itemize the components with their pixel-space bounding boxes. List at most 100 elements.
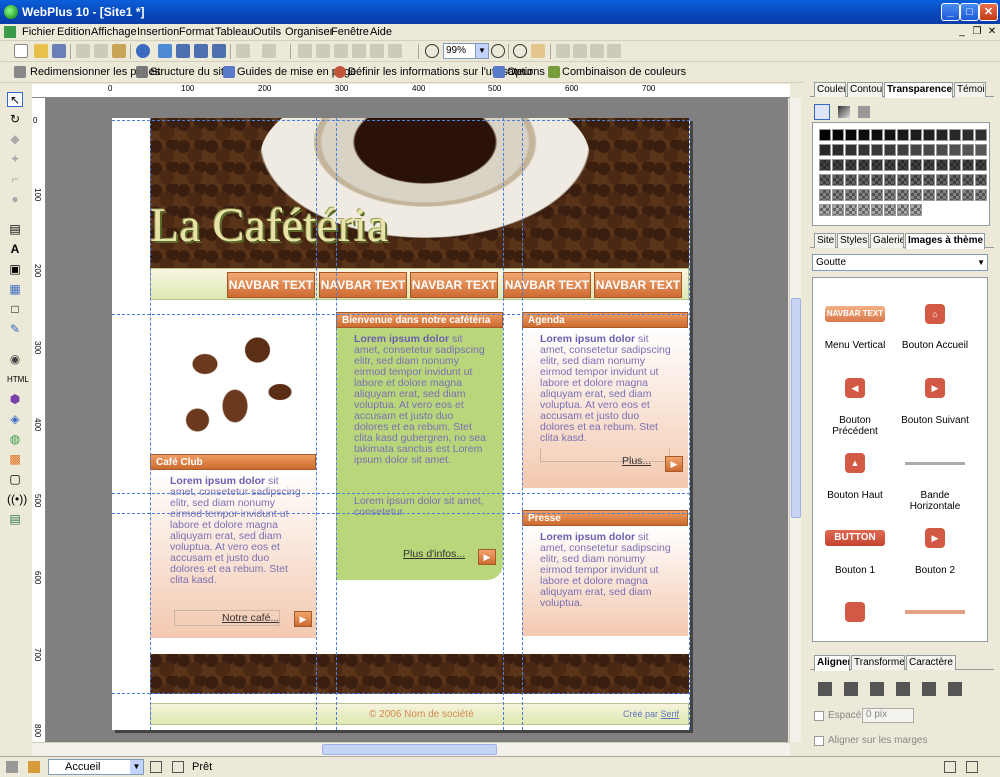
arrange-front-icon[interactable] <box>298 44 312 58</box>
transparency-swatch[interactable] <box>923 174 935 186</box>
pan-icon[interactable] <box>531 44 545 58</box>
transparency-swatch[interactable] <box>975 159 987 171</box>
menu-fenetre[interactable]: Fenêtre <box>331 26 369 38</box>
globe-tool-icon[interactable]: ◍ <box>7 432 23 447</box>
transparency-swatch[interactable] <box>832 189 844 201</box>
gallery-item-icon[interactable] <box>845 602 865 622</box>
page-select[interactable]: Accueil ▼ <box>48 759 144 775</box>
ungroup-icon[interactable] <box>352 44 366 58</box>
table-tool-icon[interactable]: ▣ <box>7 262 23 277</box>
site-logo[interactable]: La Cafétéria <box>150 198 389 253</box>
transparency-swatch[interactable] <box>975 189 987 201</box>
transparency-swatch[interactable] <box>871 129 883 141</box>
transparency-swatch[interactable] <box>832 129 844 141</box>
spacing-checkbox[interactable] <box>814 711 824 721</box>
transparency-swatch[interactable] <box>949 144 961 156</box>
horizontal-ruler[interactable]: 0 100 200 300 400 500 600 700 <box>32 84 790 98</box>
open-icon[interactable] <box>34 44 48 58</box>
rotate-icon[interactable] <box>388 44 402 58</box>
save-icon[interactable] <box>52 44 66 58</box>
tab-transformer[interactable]: Transformer <box>851 655 905 670</box>
page-fit-icon[interactable] <box>607 44 621 58</box>
page-add-icon[interactable] <box>172 761 184 773</box>
transparency-swatches[interactable] <box>812 122 990 226</box>
artistic-text-icon[interactable]: A <box>7 242 23 257</box>
menu-tableau[interactable]: Tableau <box>215 26 254 38</box>
cafe-club-heading[interactable]: Café Club <box>150 454 316 470</box>
arrange-back-icon[interactable] <box>316 44 330 58</box>
coffee-beans-image[interactable] <box>160 308 310 448</box>
redo-icon[interactable] <box>262 44 276 58</box>
transparency-swatch[interactable] <box>819 144 831 156</box>
plus-infos-link[interactable]: Plus d'infos... <box>403 548 465 560</box>
paste-icon[interactable] <box>112 44 126 58</box>
transparency-swatch[interactable] <box>897 159 909 171</box>
transparency-swatch[interactable] <box>884 144 896 156</box>
home-button-icon[interactable]: ⌂ <box>925 304 945 324</box>
transparency-swatch[interactable] <box>819 159 831 171</box>
previous-button-icon[interactable]: ◀ <box>845 378 865 398</box>
master-page-icon[interactable] <box>28 761 40 773</box>
footer-image[interactable] <box>150 654 689 694</box>
theme-gallery[interactable]: NAVBAR TEXT Menu Vertical ⌂ Bouton Accue… <box>812 277 988 642</box>
align-center-v-icon[interactable] <box>922 682 936 696</box>
menu-outils[interactable]: Outils <box>253 26 281 38</box>
transparency-swatch[interactable] <box>845 129 857 141</box>
zoom-tool-left-icon[interactable]: ● <box>7 192 23 207</box>
crop-frame-icon[interactable]: ⌐ <box>7 172 23 187</box>
transparency-swatch[interactable] <box>858 204 870 216</box>
transparency-swatch[interactable] <box>884 129 896 141</box>
notre-cafe-link[interactable]: Notre café... <box>222 612 279 624</box>
node-tool-icon[interactable]: ◆ <box>7 132 23 147</box>
transparency-swatch[interactable] <box>897 204 909 216</box>
options-button[interactable]: Options <box>507 66 545 78</box>
transparency-swatch[interactable] <box>962 159 974 171</box>
tab-images-a-theme[interactable]: Images à thème <box>905 233 985 249</box>
agenda-arrow-icon[interactable]: ▶ <box>665 456 683 472</box>
transparency-swatch[interactable] <box>910 189 922 201</box>
horizontal-band-icon[interactable] <box>905 462 965 465</box>
transparency-swatch[interactable] <box>819 204 831 216</box>
transparency-swatch[interactable] <box>949 129 961 141</box>
transparency-swatch[interactable] <box>884 204 896 216</box>
menu-aide[interactable]: Aide <box>370 26 392 38</box>
full-page-icon[interactable] <box>573 44 587 58</box>
radio-tool-icon[interactable]: ((•)) <box>7 492 27 507</box>
rss-tool-icon[interactable]: ▩ <box>7 452 23 467</box>
transparency-swatch[interactable] <box>923 129 935 141</box>
page-list-icon[interactable] <box>150 761 162 773</box>
menu-organiser[interactable]: Organiser <box>285 26 333 38</box>
actual-size-icon[interactable] <box>590 44 604 58</box>
publish-web-icon[interactable] <box>194 44 208 58</box>
transparency-swatch[interactable] <box>962 144 974 156</box>
site-structure-button[interactable]: Structure du site <box>150 66 230 78</box>
nav-item-1[interactable]: NAVBAR TEXT <box>227 272 315 298</box>
hotspot-tool-icon[interactable]: ⬢ <box>7 392 23 407</box>
horizontal-scrollbar[interactable] <box>32 742 790 756</box>
form-tool-icon[interactable]: ◈ <box>7 412 23 427</box>
crop-tool-icon[interactable]: ✦ <box>7 152 23 167</box>
transparency-swatch[interactable] <box>858 159 870 171</box>
mdi-close-icon[interactable]: ✕ <box>985 26 999 39</box>
tab-galerie[interactable]: Galerie <box>870 233 904 248</box>
solid-transparency-icon[interactable] <box>814 104 830 120</box>
zoom-select[interactable]: 99% ▼ <box>443 43 489 59</box>
navbar[interactable]: NAVBAR TEXT NAVBAR TEXT NAVBAR TEXT NAVB… <box>150 268 689 300</box>
undo-icon[interactable] <box>236 44 250 58</box>
next-button-icon[interactable]: ▶ <box>925 378 945 398</box>
zoom-in-icon[interactable] <box>491 44 505 58</box>
transparency-swatch[interactable] <box>871 204 883 216</box>
transparency-swatch[interactable] <box>858 189 870 201</box>
zoom-out-icon[interactable] <box>425 44 439 58</box>
zoom-tool-icon[interactable] <box>513 44 527 58</box>
page-manager-icon[interactable] <box>6 761 18 773</box>
transparency-swatch[interactable] <box>923 189 935 201</box>
color-scheme-button[interactable]: Combinaison de couleurs <box>562 66 686 78</box>
footer[interactable]: © 2006 Nom de société Créé par Serif <box>150 703 689 725</box>
transparency-swatch[interactable] <box>910 159 922 171</box>
status-icon-2[interactable] <box>966 761 978 773</box>
transparency-swatch[interactable] <box>975 129 987 141</box>
transparency-swatch[interactable] <box>858 144 870 156</box>
shape-tool-icon[interactable]: □ <box>7 302 23 317</box>
align-right-icon[interactable] <box>870 682 884 696</box>
